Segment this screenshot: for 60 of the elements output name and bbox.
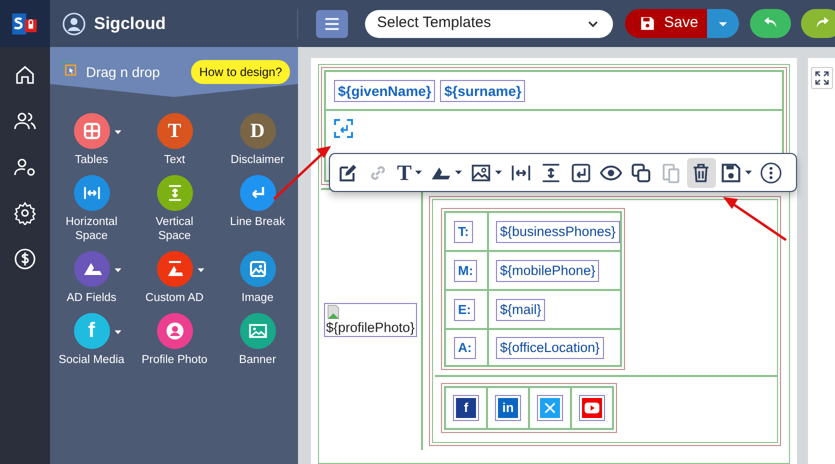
letter-icon[interactable]: T xyxy=(156,113,192,149)
tool-label[interactable]: Disclaimer xyxy=(224,153,290,167)
table-icon[interactable] xyxy=(74,113,110,149)
font-button[interactable]: T xyxy=(394,158,426,188)
field-placeholder[interactable]: ${surname} xyxy=(440,80,526,102)
menu-button[interactable] xyxy=(316,10,348,38)
app-name: Sigcloud xyxy=(94,12,166,35)
tool-label[interactable]: Custom AD xyxy=(142,291,208,305)
tool-label[interactable]: Horizontal Space xyxy=(58,215,124,243)
linkedin-icon[interactable]: in xyxy=(498,398,518,418)
field-label: E: xyxy=(454,298,475,320)
template-select[interactable]: Select Templates xyxy=(365,10,613,38)
save-button[interactable]: Save xyxy=(625,9,708,38)
image-icon[interactable] xyxy=(240,251,276,287)
field-label: A: xyxy=(454,336,476,358)
settings-icon[interactable] xyxy=(13,201,37,225)
expand-icon xyxy=(814,70,830,86)
x-icon[interactable] xyxy=(540,398,560,418)
tool-label[interactable]: Text xyxy=(142,153,208,167)
field-placeholder[interactable]: ${mobilePhone} xyxy=(496,260,600,282)
delete-button[interactable] xyxy=(686,158,716,188)
triangle-logo-icon[interactable] xyxy=(74,251,110,287)
tool-label[interactable]: Image xyxy=(224,291,290,305)
copy-icon xyxy=(630,162,652,184)
tool-label[interactable]: AD Fields xyxy=(58,291,124,305)
dollar-icon[interactable] xyxy=(13,247,37,271)
more-icon xyxy=(760,162,782,184)
facebook-icon[interactable]: f xyxy=(456,398,476,418)
letter-icon[interactable]: D xyxy=(240,113,276,149)
image-icon[interactable] xyxy=(240,313,276,349)
profile-icon[interactable] xyxy=(156,313,192,349)
broken-image-icon xyxy=(326,304,342,320)
line-break-icon[interactable] xyxy=(334,119,353,138)
help-button[interactable]: How to design? xyxy=(191,60,290,84)
save-menu-button[interactable] xyxy=(707,9,740,38)
redo-button[interactable] xyxy=(801,9,835,38)
field-label: T: xyxy=(454,220,473,242)
home-icon[interactable] xyxy=(13,63,37,87)
field-label: M: xyxy=(454,260,478,282)
tool-label[interactable]: Social Media xyxy=(58,353,124,367)
undo-button[interactable] xyxy=(750,9,792,38)
panel-title: Drag n drop xyxy=(86,63,160,82)
tool-label[interactable]: Tables xyxy=(58,153,124,167)
tool-label[interactable]: Line Break xyxy=(224,215,290,229)
tool-label[interactable]: Vertical Space xyxy=(142,215,208,243)
fullscreen-button[interactable] xyxy=(810,67,832,89)
line-break-icon xyxy=(570,162,592,184)
user-avatar-icon xyxy=(62,12,86,36)
youtube-icon[interactable] xyxy=(582,398,602,418)
tool-label[interactable]: Banner xyxy=(224,353,290,367)
field-placeholder[interactable]: ${mail} xyxy=(496,298,546,320)
field-placeholder[interactable]: ${givenName} xyxy=(334,80,436,102)
line-break-icon[interactable] xyxy=(240,175,276,211)
field-placeholder[interactable]: ${officeLocation} xyxy=(496,336,604,358)
triangle-logo-icon[interactable] xyxy=(156,251,192,287)
vertical-space-icon[interactable] xyxy=(156,175,192,211)
field-placeholder[interactable]: ${businessPhones} xyxy=(496,220,620,242)
tool-label[interactable]: Profile Photo xyxy=(142,353,208,367)
annotation-arrow xyxy=(723,197,787,242)
horizontal-space-icon[interactable] xyxy=(74,175,110,211)
